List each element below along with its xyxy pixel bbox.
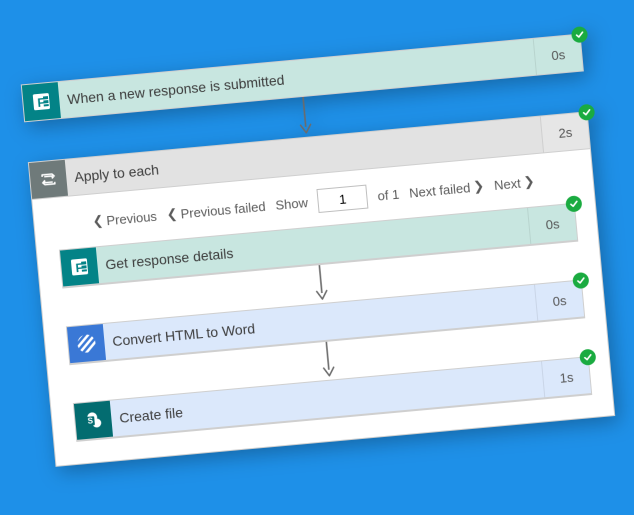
pager-show-label: Show	[275, 194, 309, 212]
pager-index-input[interactable]	[317, 184, 369, 212]
forms-icon: F	[22, 82, 61, 121]
encodian-icon	[67, 324, 106, 363]
flow-run-canvas: F When a new response is submitted 0s Ap…	[21, 33, 613, 466]
loop-body: ❮Previous ❮Previous failed Show of 1 Nex…	[32, 149, 614, 466]
success-icon	[572, 271, 589, 288]
pager-of-label: of 1	[377, 186, 400, 203]
apply-to-each-card[interactable]: Apply to each 2s ❮Previous ❮Previous fai…	[28, 111, 615, 467]
loop-icon	[29, 159, 68, 198]
pager-next[interactable]: Next❯	[493, 173, 535, 193]
success-icon	[571, 25, 588, 42]
success-icon	[579, 348, 596, 365]
success-icon	[565, 195, 582, 212]
sharepoint-icon: S	[74, 400, 113, 439]
pager-previous[interactable]: ❮Previous	[92, 207, 158, 229]
pager-next-failed[interactable]: Next failed❯	[408, 177, 484, 200]
pager-previous-failed[interactable]: ❮Previous failed	[166, 197, 266, 222]
forms-icon: F	[60, 247, 99, 286]
success-icon	[578, 103, 595, 120]
